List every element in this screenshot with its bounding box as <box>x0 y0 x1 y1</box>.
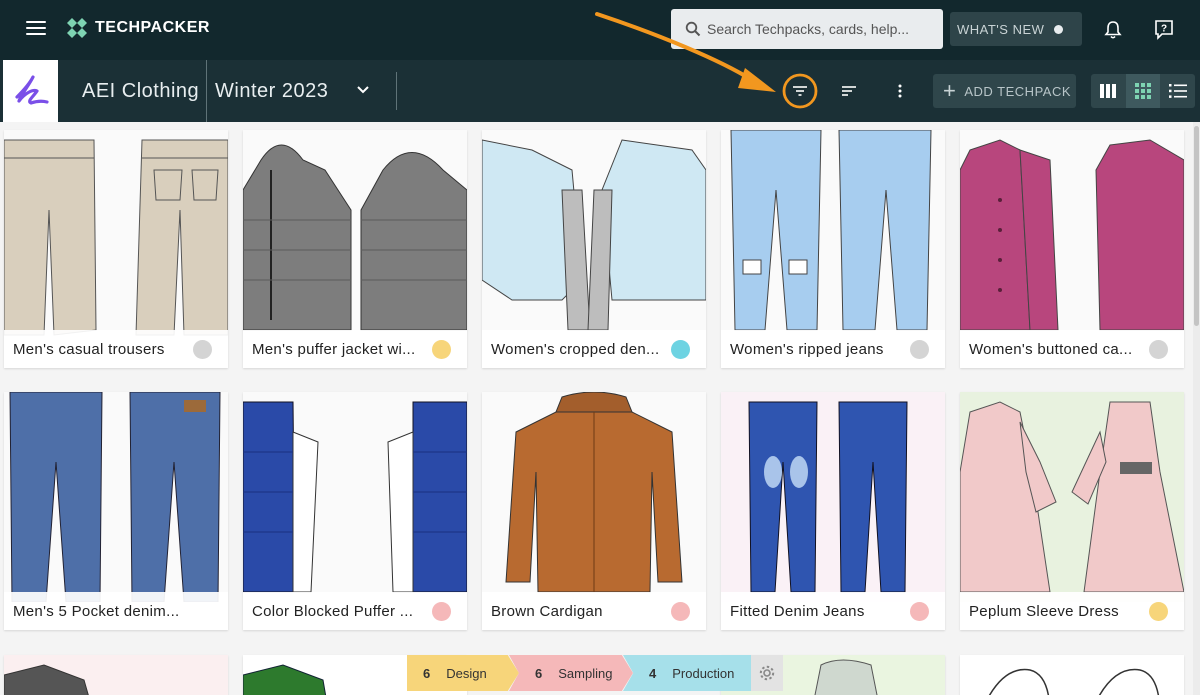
techpack-card[interactable]: Brown Cardigan <box>482 392 706 630</box>
view-list-icon[interactable] <box>1160 74 1195 108</box>
gear-icon[interactable] <box>751 655 783 691</box>
status-dot <box>910 340 929 359</box>
garment-sketch <box>960 130 1184 340</box>
garment-sketch <box>721 392 945 602</box>
status-dot <box>671 340 690 359</box>
garment-sketch <box>482 130 706 340</box>
add-techpack-label: ADD TECHPACK <box>964 83 1072 99</box>
more-vertical-icon[interactable] <box>891 82 909 100</box>
techpack-card[interactable]: Peplum Sleeve Dress <box>960 392 1184 630</box>
garment-sketch <box>482 392 706 602</box>
garment-sketch <box>243 130 467 340</box>
stage-sampling[interactable]: 6 Sampling <box>509 655 633 691</box>
app-window: TECHPACKER WHAT'S NEW ? AEI Clothing W <box>0 0 1200 695</box>
techpack-card[interactable]: Women's cropped den... <box>482 130 706 368</box>
hamburger-icon[interactable] <box>26 21 46 37</box>
notification-dot <box>1054 24 1064 34</box>
status-dot <box>1149 602 1168 621</box>
add-techpack-button[interactable]: + ADD TECHPACK <box>933 74 1076 108</box>
search-box[interactable] <box>671 9 943 49</box>
svg-text:?: ? <box>1161 24 1167 35</box>
divider <box>206 60 207 122</box>
filter-icon[interactable] <box>791 82 809 100</box>
status-dot <box>193 340 212 359</box>
techpack-card[interactable]: Color Blocked Puffer ... <box>243 392 467 630</box>
scrollbar-thumb[interactable] <box>1194 126 1199 326</box>
garment-sketch <box>4 392 228 602</box>
workspace-logo[interactable] <box>3 60 58 122</box>
sort-icon[interactable] <box>840 82 858 100</box>
techpack-card[interactable]: Men's casual trousers <box>4 130 228 368</box>
status-dot <box>671 602 690 621</box>
whats-new-button[interactable]: WHAT'S NEW <box>950 12 1082 46</box>
workspace-name: AEI Clothing <box>82 80 200 102</box>
status-dot <box>1149 340 1168 359</box>
scrollbar[interactable] <box>1193 122 1200 695</box>
view-switcher <box>1091 74 1195 108</box>
view-columns-icon[interactable] <box>1091 74 1126 108</box>
techpack-card[interactable]: Women's ripped jeans <box>721 130 945 368</box>
logo-icon <box>67 18 87 38</box>
card-title: Men's 5 Pocket denim... <box>4 592 228 630</box>
garment-sketch <box>4 664 89 695</box>
bell-icon[interactable] <box>1104 20 1122 40</box>
help-icon[interactable]: ? <box>1153 18 1175 40</box>
techpack-card[interactable] <box>4 655 228 695</box>
view-grid-icon[interactable] <box>1125 74 1161 108</box>
divider <box>396 72 397 110</box>
techpack-card[interactable]: Women's buttoned ca... <box>960 130 1184 368</box>
status-dot <box>432 340 451 359</box>
techpack-card[interactable]: Men's puffer jacket wi... <box>243 130 467 368</box>
brand-name: TECHPACKER <box>95 19 210 36</box>
search-input[interactable] <box>707 21 932 37</box>
season-selector[interactable]: Winter 2023 <box>215 80 328 103</box>
stage-production[interactable]: 4 Production <box>623 655 751 691</box>
garment-sketch <box>4 130 228 340</box>
status-dot <box>432 602 451 621</box>
techpack-grid: Men's casual trousers Men's puffer jacke… <box>0 122 1193 695</box>
garment-sketch <box>721 130 945 340</box>
whats-new-label: WHAT'S NEW <box>957 21 1045 37</box>
techpack-card[interactable]: Fitted Denim Jeans <box>721 392 945 630</box>
garment-sketch <box>988 668 1160 695</box>
status-pipeline: 6 Design 6 Sampling 4 Production <box>407 655 783 691</box>
search-icon <box>685 21 701 37</box>
techpack-card[interactable]: Men's 5 Pocket denim... <box>4 392 228 630</box>
garment-sketch <box>960 392 1184 602</box>
stage-design[interactable]: 6 Design <box>407 655 519 691</box>
plus-icon: + <box>943 78 957 103</box>
chevron-down-icon[interactable] <box>356 85 370 95</box>
garment-sketch <box>243 392 467 602</box>
techpack-card[interactable] <box>960 655 1184 695</box>
top-bar: TECHPACKER WHAT'S NEW ? <box>0 0 1200 60</box>
status-dot <box>910 602 929 621</box>
workspace-logo-icon <box>14 75 49 105</box>
